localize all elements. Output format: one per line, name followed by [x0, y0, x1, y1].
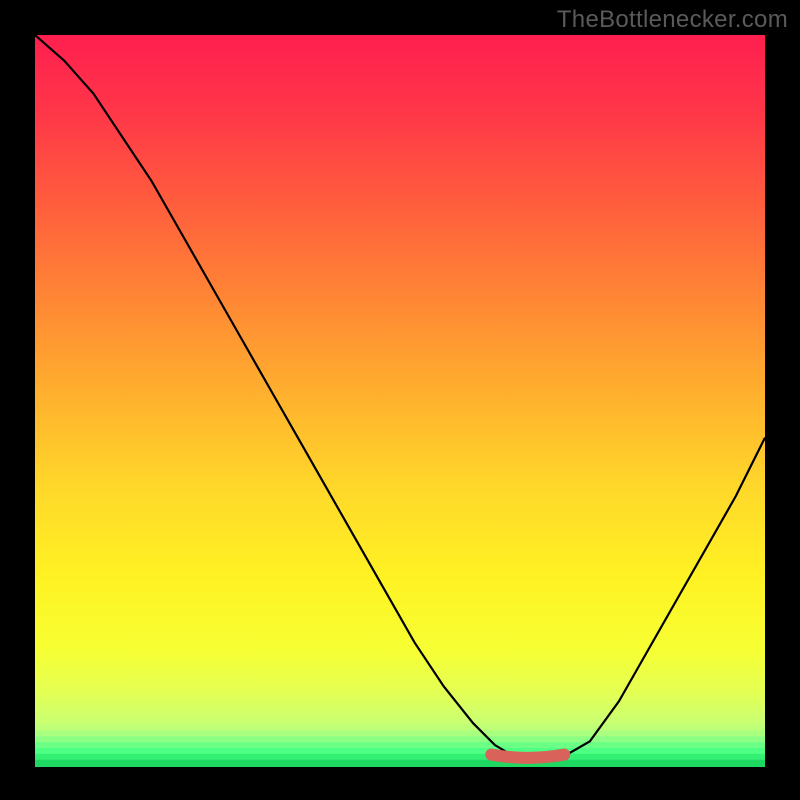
chart-plot-area: [35, 35, 765, 767]
chart-svg: [35, 35, 765, 767]
watermark-text: TheBottlenecker.com: [557, 6, 788, 34]
